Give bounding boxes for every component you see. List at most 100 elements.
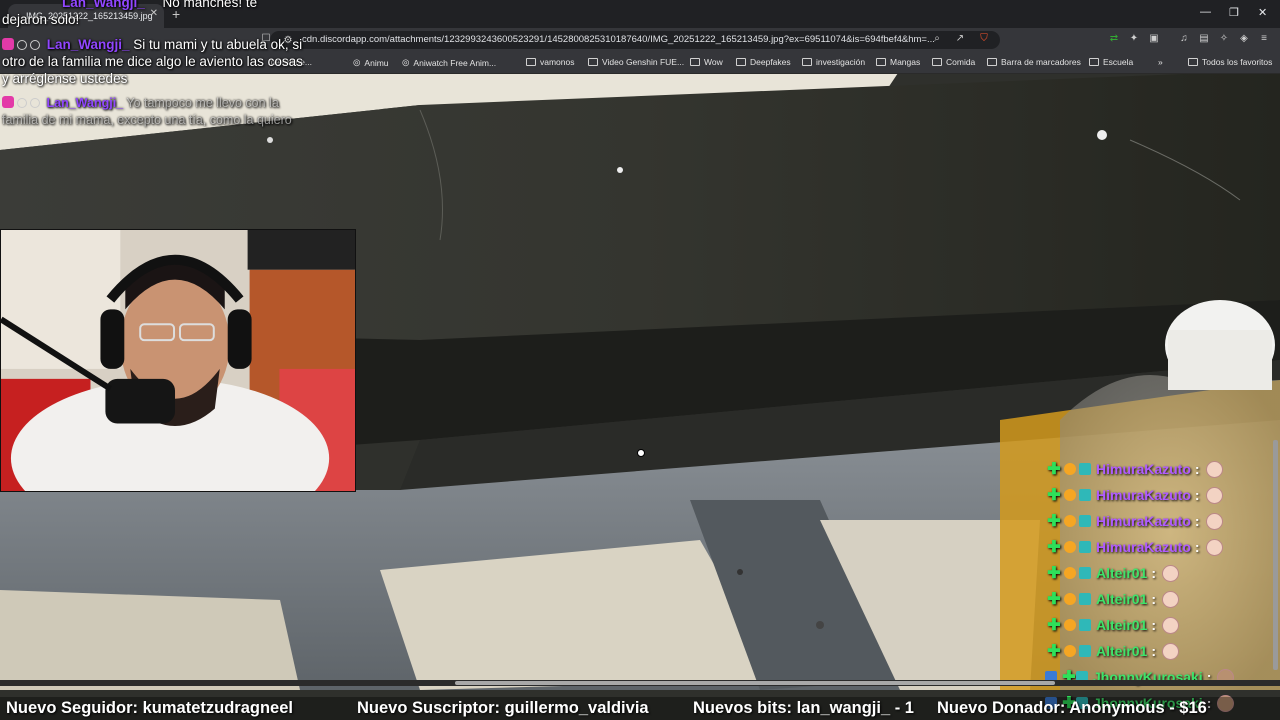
folder-icon [1188,58,1198,66]
folder-icon [526,58,536,66]
wallet-icon[interactable]: ▤ [1198,33,1210,45]
bits-icon [1064,619,1076,631]
globe-icon: ◎ [353,57,361,67]
music-icon[interactable]: ♫ [1178,33,1190,45]
alert-username: HimuraKazuto [1096,461,1191,477]
more-bookmarks-icon[interactable]: » [1158,57,1163,67]
list-item: ✚ HimuraKazuto: [1043,508,1280,534]
badge-icon [17,40,27,50]
sidebar-icon[interactable]: ▣ [1148,33,1160,45]
emote-icon [1162,590,1180,608]
ticker-subscriber: Nuevo Suscriptor: guillermo_valdivia [357,699,649,717]
bits-icon [1064,645,1076,657]
badge-icon [30,40,40,50]
webcam-feed [0,229,356,492]
list-item: ✚ HimuraKazuto: [1043,482,1280,508]
bookmark-item[interactable]: ◎ Aniwatch Free Anim... [402,57,496,68]
bookmark-folder[interactable]: Deepfakes [736,57,791,67]
sub-icon [1079,463,1091,475]
plus-icon: ✚ [1047,539,1061,556]
alert-username: HimuraKazuto [1096,513,1191,529]
ticker-follower: Nuevo Seguidor: kumatetzudragneel [6,699,293,717]
chat-message: Lan_Wangji_ No manches! te dejaron solo! [2,0,302,28]
globe-icon: ◎ [402,57,410,67]
share-icon[interactable]: ↗ [954,33,966,45]
list-item: ✚ Alteir01: [1043,586,1280,612]
colon: : [1194,487,1200,503]
alert-username: HimuraKazuto [1096,487,1191,503]
folder-icon [1089,58,1099,66]
emote-icon [1205,512,1223,530]
folder-icon [987,58,997,66]
chat-message: Lan_Wangji_ Yo tampoco me llevo con la f… [2,95,292,129]
sub-icon [1079,645,1091,657]
folder-icon [802,58,812,66]
badge-icon [17,98,27,108]
plus-icon: ✚ [1047,565,1061,582]
bits-icon [1064,593,1076,605]
emote-icon [1162,642,1180,660]
colon: : [1151,565,1157,581]
emote-icon [1205,460,1223,478]
plus-icon: ✚ [1047,643,1061,660]
bookmark-folder[interactable]: vamonos [526,57,575,67]
extension-icon[interactable]: ⇄ [1108,33,1120,45]
colon: : [1194,539,1200,555]
sub-icon [1079,515,1091,527]
emote-icon [1162,564,1180,582]
chat-username: Lan_Wangji_ [46,37,130,52]
horizontal-scroll-thumb[interactable] [455,681,1055,685]
emote-icon [1205,538,1223,556]
subscriber-badge-icon [2,96,14,108]
chat-username: Lan_Wangji_ [62,0,145,10]
bookmark-folder[interactable]: Escuela [1089,57,1133,67]
colon: : [1194,461,1200,477]
bits-icon [1064,541,1076,553]
maximize-icon[interactable]: ❐ [1229,6,1239,19]
emote-icon [1162,616,1180,634]
colon: : [1194,513,1200,529]
badge-icon [30,98,40,108]
vpn-icon[interactable]: ◈ [1238,33,1250,45]
ai-icon[interactable]: ✧ [1218,33,1230,45]
plus-icon: ✚ [1047,461,1061,478]
zoom-icon[interactable]: ⌕ [931,33,943,45]
ticker-donor: Nuevo Donador: Anonymous - $16 [937,699,1207,717]
emote-icon [1205,486,1223,504]
bookmark-folder[interactable]: Comida [932,57,975,67]
chat-message: Lan_Wangji_ Si tu mami y tu abuela ok, s… [2,36,312,87]
sub-icon [1079,619,1091,631]
address-input[interactable]: cdn.discordapp.com/attachments/123299324… [270,31,1000,49]
stream-screen: IMG_20251222_165213459.jpg ✕ + — ❐ ✕ ☐ c… [0,0,1280,720]
bookmark-folder[interactable]: Barra de marcadores [987,57,1081,67]
minimize-icon[interactable]: — [1200,6,1211,18]
folder-icon [736,58,746,66]
alert-username: HimuraKazuto [1096,539,1191,555]
list-item: ✚ Alteir01: [1043,612,1280,638]
sub-icon [1079,567,1091,579]
bits-icon [1064,489,1076,501]
bookmark-folder[interactable]: Todos los favoritos [1188,57,1272,67]
brave-shield-icon[interactable]: ⛉ [978,33,990,45]
vertical-scroll-thumb[interactable] [1273,440,1278,670]
menu-icon[interactable]: ≡ [1258,33,1270,45]
alert-username: Alteir01 [1096,617,1148,633]
folder-icon [690,58,700,66]
plus-icon: ✚ [1047,487,1061,504]
close-window-icon[interactable]: ✕ [1258,6,1267,19]
bits-icon [1064,515,1076,527]
ticker-bits: Nuevos bits: lan_wangji_ - 1 [693,699,914,717]
bits-icon [1064,463,1076,475]
list-item: ✚ Alteir01: [1043,638,1280,664]
bookmark-folder[interactable]: Wow [690,57,723,67]
folder-icon [932,58,942,66]
bookmark-folder[interactable]: Mangas [876,57,920,67]
bits-icon [1064,567,1076,579]
list-item: ✚ Alteir01: [1043,560,1280,586]
bookmark-item[interactable]: ◎ Animu [353,57,389,68]
bookmark-folder[interactable]: Video Genshin FUE... [588,57,684,67]
extensions-icon[interactable]: ✦ [1128,33,1140,45]
sub-icon [1079,593,1091,605]
bookmark-folder[interactable]: investigación [802,57,865,67]
folder-icon [876,58,886,66]
